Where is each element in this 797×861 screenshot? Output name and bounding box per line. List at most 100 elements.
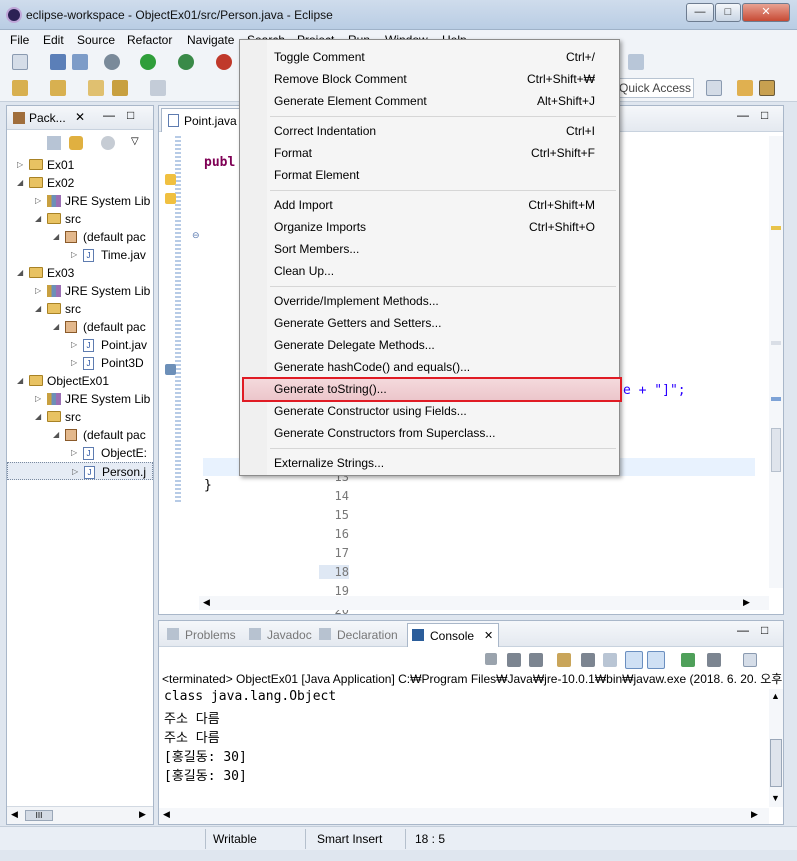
code-line-14-tail[interactable]: e + "]"; [623,383,686,398]
menu-refactor[interactable]: Refactor [127,33,172,47]
tree-item[interactable]: ▷ J Time.jav [7,246,153,264]
tree-item[interactable]: ▷ Ex01 [7,156,153,174]
expand-toggle-icon[interactable]: ▷ [35,286,41,295]
debug-icon[interactable] [104,54,120,70]
tree-item[interactable]: ▷ JRE System Lib [7,192,153,210]
scroll-right-icon[interactable]: ▶ [139,809,146,820]
terminate-icon[interactable] [485,653,497,665]
tree-item[interactable]: ◢ ObjectEx01 [7,372,153,390]
view-menu-icon[interactable]: ▽ [131,136,139,147]
close-tab-icon[interactable]: ✕ [75,110,85,124]
package-explorer-tab[interactable]: Pack... ✕ — □ [7,106,153,130]
close-button[interactable]: ✕ [742,3,790,22]
editor-tab-point[interactable]: Point.java [161,108,249,132]
maximize-view-icon[interactable]: □ [127,108,134,122]
overview-marker[interactable] [771,341,781,345]
expand-toggle-icon[interactable]: ◢ [35,214,41,223]
expand-toggle-icon[interactable]: ▷ [72,467,78,476]
menu-item-generate-getters-and-setters[interactable]: Generate Getters and Setters... [242,312,617,334]
java-perspective-icon[interactable] [759,80,775,96]
focus-icon[interactable] [101,136,115,150]
minimize-editor-icon[interactable]: — [737,108,749,122]
next-annotation-icon[interactable] [12,80,28,96]
tree-item[interactable]: ◢ Ex03 [7,264,153,282]
menu-item-generate-constructors-from-superclass[interactable]: Generate Constructors from Superclass... [242,422,617,444]
vertical-scrollbar[interactable] [769,136,783,588]
expand-toggle-icon[interactable]: ▷ [71,340,77,349]
forward-icon[interactable] [150,80,166,96]
menu-item-override-implement-methods[interactable]: Override/Implement Methods... [242,290,617,312]
overview-marker[interactable] [771,397,781,401]
scroll-thumb[interactable] [770,739,782,787]
expand-toggle-icon[interactable]: ◢ [17,178,23,187]
clear-console-icon[interactable] [581,653,595,667]
expand-toggle-icon[interactable]: ▷ [71,250,77,259]
pin-editor-icon[interactable] [628,54,644,70]
menu-item-clean-up[interactable]: Clean Up... [242,260,617,282]
tab-problems[interactable]: Problems [163,623,241,647]
tree-item[interactable]: ▷ JRE System Lib [7,390,153,408]
expand-toggle-icon[interactable]: ◢ [35,412,41,421]
maximize-button[interactable]: □ [715,3,741,22]
expand-toggle-icon[interactable]: ▷ [35,196,41,205]
expand-toggle-icon[interactable]: ▷ [17,160,23,169]
overview-warning-marker[interactable] [771,226,781,230]
save-all-icon[interactable] [72,54,88,70]
previous-annotation-icon[interactable] [50,80,66,96]
tree-item[interactable]: ◢ src [7,210,153,228]
menu-item-organize-imports[interactable]: Organize Imports Ctrl+Shift+O [242,216,617,238]
menu-source[interactable]: Source [77,33,115,47]
scroll-thumb[interactable]: III [25,810,53,821]
menu-item-toggle-comment[interactable]: Toggle Comment Ctrl+/ [242,46,617,68]
code-line-2[interactable]: publ [204,155,235,170]
new-icon[interactable] [12,54,28,70]
menu-item-generate-tostring[interactable]: Generate toString()... [242,377,622,402]
tree-item[interactable]: ◢ Ex02 [7,174,153,192]
horizontal-scrollbar[interactable]: ◀ ▶ [199,596,769,610]
tree-item[interactable]: ◢ (default pac [7,318,153,336]
scroll-up-icon[interactable]: ▲ [771,691,780,701]
close-tab-icon[interactable]: ✕ [484,629,493,642]
menu-item-correct-indentation[interactable]: Correct Indentation Ctrl+I [242,120,617,142]
last-edit-icon[interactable] [88,80,104,96]
open-console-icon[interactable] [743,653,757,667]
tab-console[interactable]: Console ✕ [407,623,499,647]
scroll-left-icon[interactable]: ◀ [203,597,210,608]
minimize-button[interactable]: — [686,3,714,22]
maximize-view-icon[interactable]: □ [761,623,768,637]
expand-toggle-icon[interactable]: ▷ [35,394,41,403]
fold-icon[interactable]: ⊖ [192,230,200,241]
override-marker-icon[interactable] [165,364,176,375]
menu-item-sort-members[interactable]: Sort Members... [242,238,617,260]
coverage-icon[interactable] [178,54,194,70]
warning-icon[interactable] [165,174,176,185]
expand-toggle-icon[interactable]: ◢ [17,268,23,277]
warning-icon[interactable] [165,193,176,204]
minimize-view-icon[interactable]: — [737,623,749,637]
tab-javadoc[interactable]: Javadoc [245,623,313,647]
expand-toggle-icon[interactable]: ◢ [53,232,59,241]
back-icon[interactable] [112,80,128,96]
remove-all-icon[interactable] [529,653,543,667]
menu-item-generate-hashcode-and-equals[interactable]: Generate hashCode() and equals()... [242,356,617,378]
expand-toggle-icon[interactable]: ▷ [71,358,77,367]
tab-declaration[interactable]: Declaration [315,623,403,647]
menu-item-generate-constructor-using-fields[interactable]: Generate Constructor using Fields... [242,400,617,422]
open-perspective-icon[interactable] [706,80,722,96]
expand-toggle-icon[interactable]: ◢ [17,376,23,385]
scroll-lock-icon[interactable] [557,653,571,667]
menu-item-externalize-strings[interactable]: Externalize Strings... [242,452,617,474]
tree-item[interactable]: ◢ (default pac [7,228,153,246]
display-console-icon[interactable] [707,653,721,667]
expand-toggle-icon[interactable]: ◢ [53,322,59,331]
tree-item[interactable]: ▷ J Point3D [7,354,153,372]
quick-access-field[interactable]: Quick Access [614,78,694,98]
tree-item[interactable]: ▷ J Person.j [7,462,153,480]
tree-item[interactable]: ▷ J Point.jav [7,336,153,354]
scroll-left-icon[interactable]: ◀ [11,809,18,820]
menu-item-add-import[interactable]: Add Import Ctrl+Shift+M [242,194,617,216]
scroll-right-icon[interactable]: ▶ [751,809,758,820]
maximize-editor-icon[interactable]: □ [761,108,768,122]
expand-toggle-icon[interactable]: ▷ [71,448,77,457]
link-with-editor-icon[interactable] [69,136,83,150]
